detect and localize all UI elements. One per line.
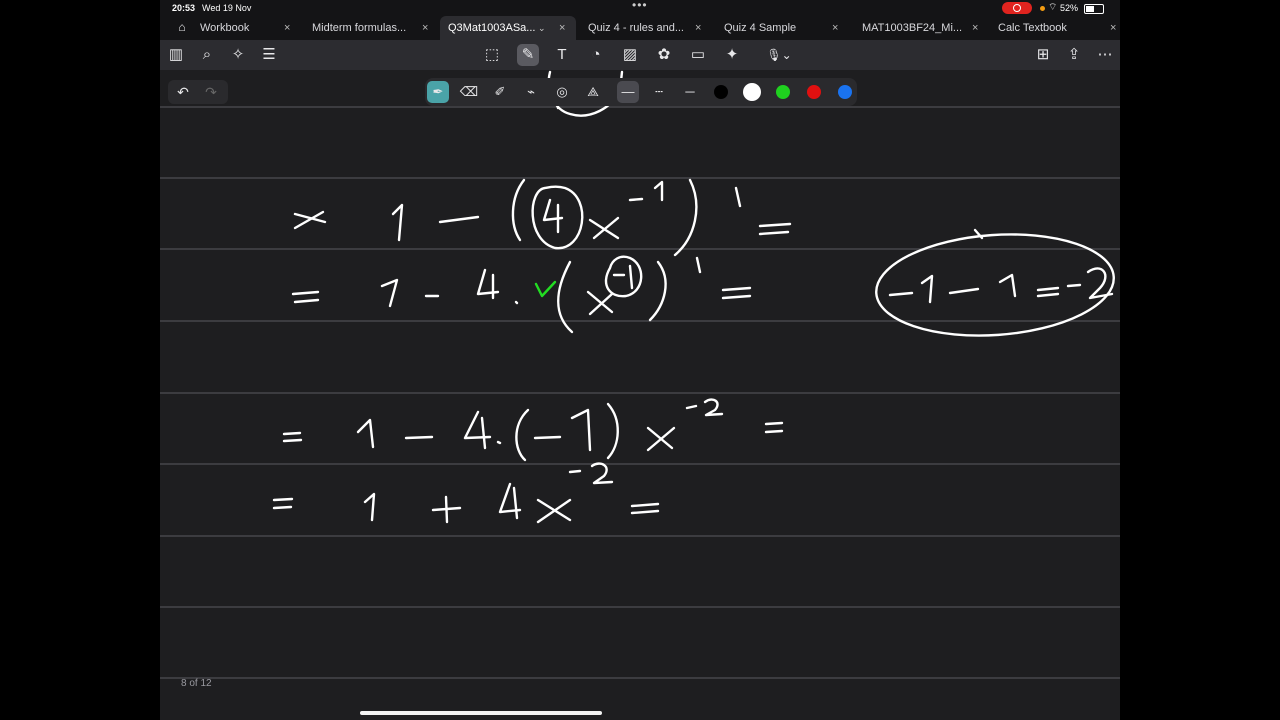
redo-icon[interactable]: ↷ xyxy=(198,80,224,104)
home-indicator[interactable] xyxy=(360,711,602,715)
color-swatch-green[interactable] xyxy=(776,85,790,99)
shape-tool-icon[interactable]: ⟁ xyxy=(582,81,604,103)
color-swatch-red[interactable] xyxy=(807,85,821,99)
color-swatch-black[interactable] xyxy=(714,85,728,99)
ballpoint-icon[interactable]: ✐ xyxy=(489,81,511,103)
page-indicator: 8 of 12 xyxy=(181,678,212,689)
color-swatch-white[interactable] xyxy=(745,85,759,99)
undo-redo-group: ↶ ↷ xyxy=(168,80,228,104)
handwriting-green-ink xyxy=(534,280,557,298)
solid-line-icon[interactable]: — xyxy=(617,81,639,103)
dashed-line-icon[interactable]: ┄ xyxy=(648,81,670,103)
fountain-pen-icon[interactable]: ✒ xyxy=(427,81,449,103)
undo-icon[interactable]: ↶ xyxy=(170,80,196,104)
pen-toolbar: ✒ ⌫ ✐ ⌁ ◎ ⟁ — ┄ ─ xyxy=(425,78,857,106)
handwriting-white-ink xyxy=(272,70,1115,524)
highlighter-icon[interactable]: ⌁ xyxy=(520,81,542,103)
eraser-icon[interactable]: ⌫ xyxy=(458,81,480,103)
lasso-icon[interactable]: ◎ xyxy=(551,81,573,103)
handwriting-canvas[interactable] xyxy=(160,0,1120,720)
thin-line-icon[interactable]: ─ xyxy=(679,81,701,103)
ipad-screen: 20:53 Wed 19 Nov ••• ⌔ 52% ⌂ Workbook × … xyxy=(160,0,1120,720)
color-swatch-blue[interactable] xyxy=(838,85,852,99)
